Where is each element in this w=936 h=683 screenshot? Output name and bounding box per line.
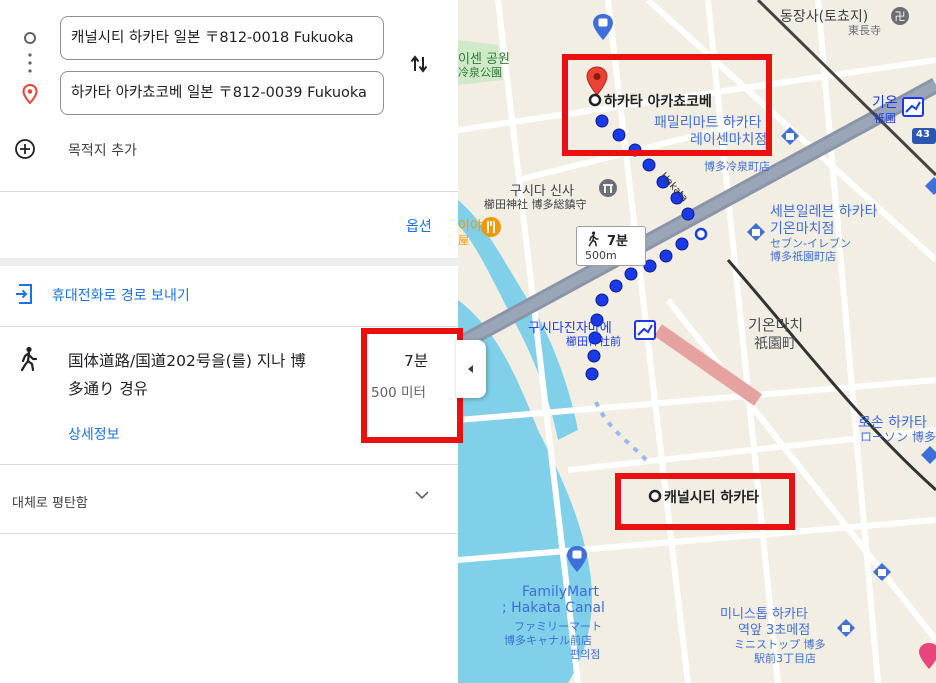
poi-label: 櫛田神社 博多総鎮守 (484, 198, 587, 211)
divider (0, 191, 458, 192)
svg-text:卍: 卍 (895, 10, 906, 23)
swap-directions-icon[interactable] (410, 53, 428, 75)
shrine-icon (599, 179, 617, 197)
bus-stop-icon (567, 546, 587, 572)
poi-label: ローソン 博多 (860, 430, 936, 444)
route-shield-label: 43 (916, 129, 930, 140)
hotel-icon (919, 643, 936, 669)
send-to-phone-button[interactable]: 휴대전화로 경로 보내기 (14, 282, 314, 308)
divider (0, 464, 458, 465)
bus-stop-icon (593, 14, 613, 40)
add-destination-button[interactable]: 목적지 추가 (14, 137, 214, 163)
shopping-icon (747, 223, 765, 241)
origin-circle-icon (24, 32, 36, 44)
highlight-box (361, 328, 463, 443)
station-icon (634, 320, 656, 340)
shopping-icon (925, 177, 936, 195)
walk-badge-distance: 500m (585, 249, 617, 262)
route-description: 多通り 경유 (68, 380, 148, 398)
poi-label: 屋 (458, 234, 469, 247)
details-link[interactable]: 상세정보 (68, 424, 120, 444)
divider (0, 533, 458, 534)
poi-label: 博多冷泉町店 (704, 160, 770, 173)
add-destination-label: 목적지 추가 (68, 143, 137, 159)
highlight-box (615, 473, 795, 530)
poi-label: 편의점 (570, 648, 601, 661)
shopping-icon (781, 127, 799, 145)
poi-label: 博多祇園町店 (770, 250, 836, 263)
walk-badge-time: 7분 (607, 234, 629, 249)
poi-label: 櫛田神社前 (566, 335, 621, 348)
destination-input[interactable]: 하카타 아카쵸코베 일본 〒812-0039 Fukuoka (60, 71, 384, 115)
options-button[interactable]: 옵션 (406, 216, 432, 236)
section-separator (0, 258, 458, 266)
origin-input[interactable]: 캐널시티 하카타 일본 〒812-0018 Fukuoka (60, 16, 384, 60)
route-description: 国体道路/国道202号을(를) 지나 博 (68, 352, 306, 370)
temple-icon: 卍 (891, 7, 909, 25)
shopping-icon (837, 619, 855, 637)
poi-label: FamilyMart (522, 584, 599, 600)
walk-badge[interactable]: 7분 500m (576, 226, 646, 266)
poi-label: ; Hakata Canal (502, 600, 605, 616)
poi-label: 祇園 (874, 112, 896, 125)
highlight-box (562, 54, 772, 156)
directions-panel: 캐널시티 하카타 일본 〒812-0018 Fukuoka 하카타 아카쵸코베 … (0, 0, 463, 683)
area-label: 祇園町 (754, 336, 796, 352)
walking-icon (20, 346, 38, 372)
send-to-phone-label: 휴대전화로 경로 보내기 (52, 288, 190, 304)
destination-pin-icon (22, 84, 38, 104)
terrain-row[interactable]: 대체로 평탄함 (0, 466, 458, 532)
area-label: 기온마치 (748, 316, 804, 334)
poi-label: 駅前3丁目店 (754, 652, 816, 665)
shopping-icon (873, 563, 891, 581)
station-icon (902, 97, 924, 117)
shopping-icon (921, 446, 936, 464)
divider (0, 326, 458, 327)
add-circle-icon (15, 139, 35, 159)
poi-label: 冷泉公園 (458, 66, 502, 79)
terrain-label: 대체로 평탄함 (12, 496, 88, 511)
send-to-phone-icon (16, 284, 32, 304)
walking-icon (588, 231, 599, 247)
collapse-panel-button[interactable] (456, 340, 486, 398)
restaurant-icon (481, 217, 501, 237)
chevron-left-icon (468, 365, 473, 373)
map-view[interactable]: 卍 43 동장사(토쵸지) 東長寺 이센 공원 冷泉公園 패밀리마트 하카타 레… (458, 0, 936, 683)
poi-label: 東長寺 (848, 24, 881, 37)
chevron-down-icon (415, 491, 429, 500)
route-dots-icon (28, 53, 32, 73)
poi-label: 기온 (872, 95, 898, 111)
